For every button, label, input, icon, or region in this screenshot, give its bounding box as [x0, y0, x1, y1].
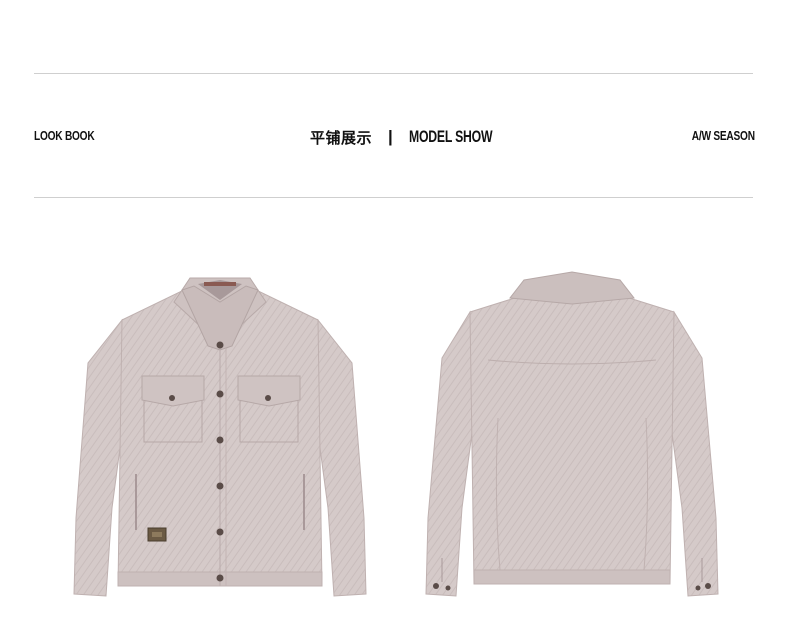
section-header: LOOK BOOK 平铺展示 | MODEL SHOW A/W SEASON	[34, 126, 755, 148]
look-book-label: LOOK BOOK	[34, 128, 95, 143]
top-divider	[34, 73, 753, 74]
jacket-back-image	[422, 268, 722, 600]
title-separator: |	[388, 127, 393, 146]
title-english: MODEL SHOW	[408, 127, 493, 146]
section-title: 平铺展示 | MODEL SHOW	[310, 126, 524, 148]
jacket-front-image	[70, 268, 370, 600]
title-chinese: 平铺展示	[310, 128, 373, 147]
season-label: A/W SEASON	[691, 128, 755, 143]
bottom-divider	[34, 197, 753, 198]
